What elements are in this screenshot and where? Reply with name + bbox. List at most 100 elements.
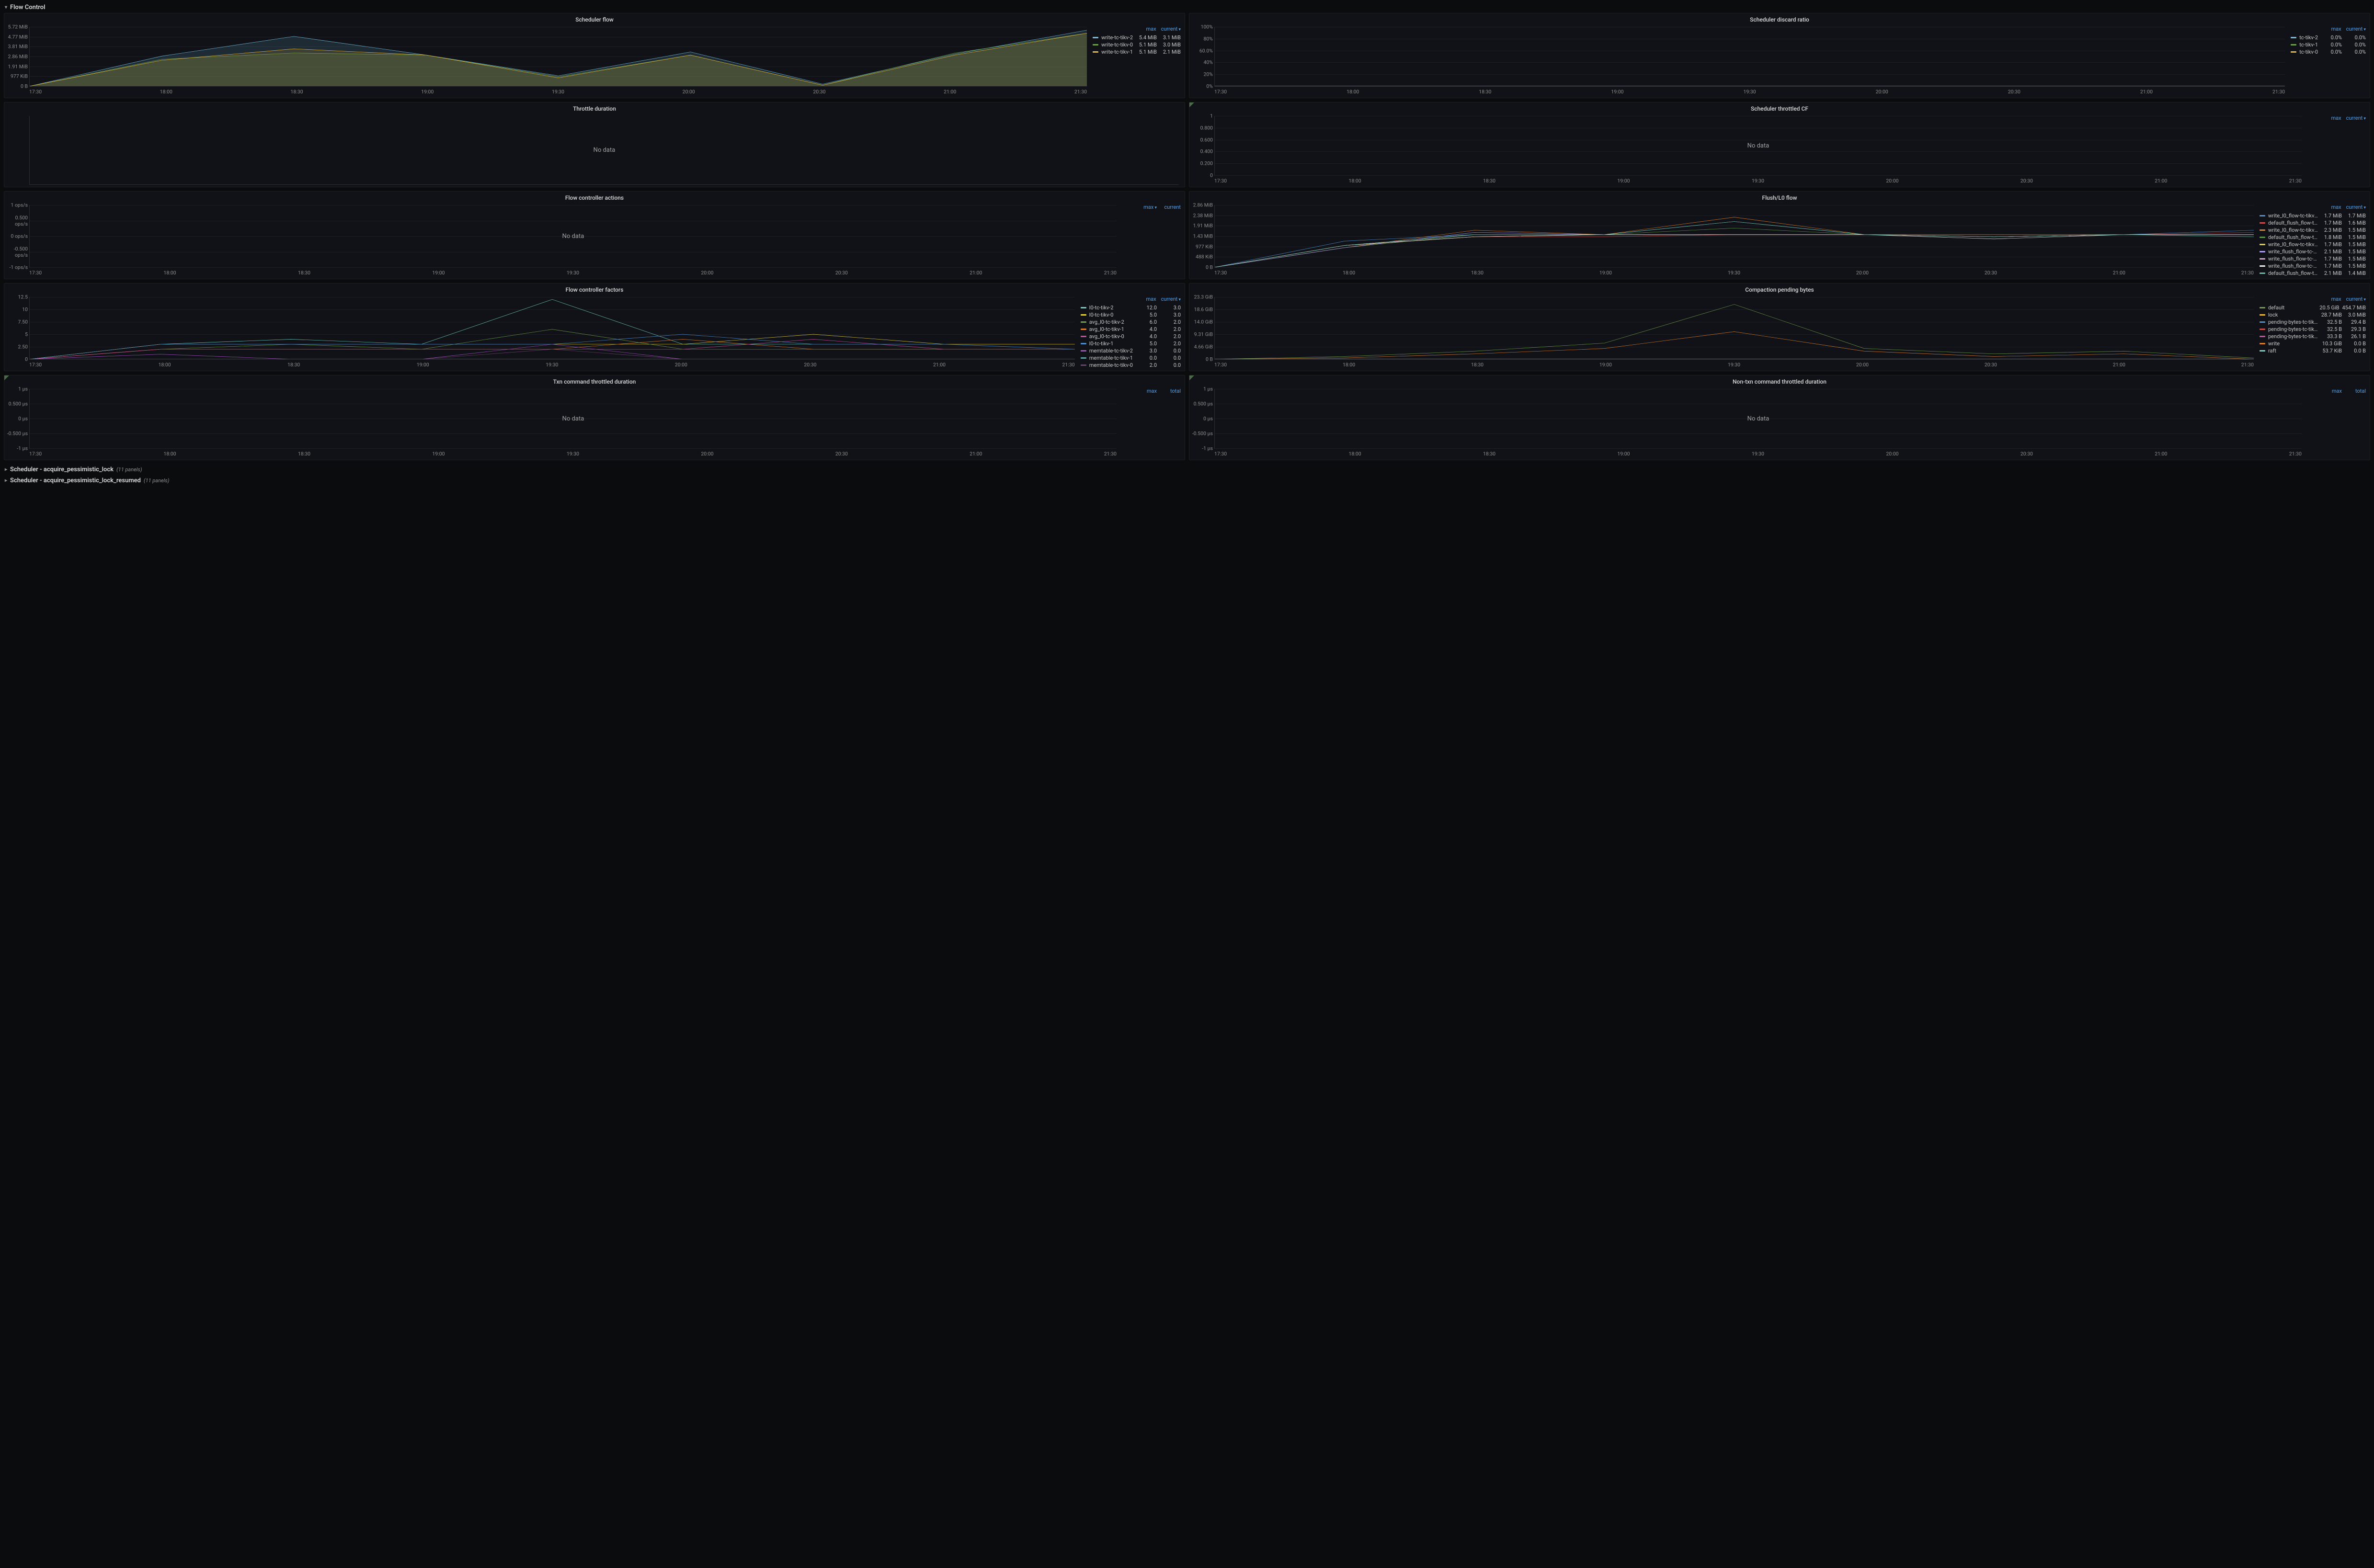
section-header-flow-control[interactable]: ▾ Flow Control: [2, 2, 2372, 13]
legend-item[interactable]: pending-bytes-tc-tikv-132.5 B29.4 B: [2260, 318, 2366, 326]
panel-scheduler_throttled_cf[interactable]: Scheduler throttled CF 00.2000.4000.6000.…: [1189, 102, 2370, 187]
panel-scheduler_discard_ratio[interactable]: Scheduler discard ratio 0%20%40%60.0%80%1…: [1189, 13, 2370, 98]
legend-item[interactable]: memtable-tc-tikv-02.00.0: [1081, 362, 1181, 369]
legend-header-col[interactable]: current: [1161, 296, 1181, 302]
panel-txn_throttled[interactable]: Txn command throttled duration-1 µs-0.50…: [4, 375, 1185, 460]
legend-header-col[interactable]: total: [2347, 388, 2366, 394]
legend-item[interactable]: l0-tc-tikv-212.03.0: [1081, 304, 1181, 311]
legend-header[interactable]: max current: [2291, 26, 2366, 34]
chart-canvas[interactable]: 0 B4.66 GiB9.31 GiB14.0 GiB18.6 GiB23.3 …: [1214, 297, 2254, 360]
legend-swatch: [2260, 222, 2265, 224]
legend-item[interactable]: tc-tikv-00.0%0.0%: [2291, 48, 2366, 56]
legend-header[interactable]: max current: [2307, 115, 2366, 123]
panel-flow_controller_factors[interactable]: Flow controller factors02.5057.501012.51…: [4, 283, 1185, 371]
panel-title[interactable]: Txn command throttled duration: [4, 375, 1185, 386]
legend-item[interactable]: pending-bytes-tc-tikv-233.3 B26.1 B: [2260, 333, 2366, 340]
legend-item[interactable]: avg_l0-tc-tikv-14.02.0: [1081, 326, 1181, 333]
legend-header-col[interactable]: current: [2346, 26, 2366, 32]
panel-title[interactable]: Throttle duration: [4, 102, 1185, 113]
legend-item[interactable]: write_l0_flow-tc-tikv-11.7 MiB1.7 MiB: [2260, 212, 2366, 219]
legend-header[interactable]: max current: [1093, 26, 1181, 34]
panel-throttle_duration[interactable]: Throttle duration No data: [4, 102, 1185, 187]
legend-header[interactable]: max total: [2307, 388, 2366, 396]
legend: maxcurrentwrite-tc-tikv-25.4 MiB3.1 MiBw…: [1089, 26, 1181, 96]
legend-header-col[interactable]: max: [2322, 296, 2341, 302]
legend-current: 29.4 B: [2345, 319, 2366, 325]
chart-canvas[interactable]: -1 ops/s-0.500 ops/s0 ops/s0.500 ops/s1 …: [29, 205, 1117, 268]
legend-header-col[interactable]: max: [1137, 26, 1156, 32]
panel-title[interactable]: Scheduler throttled CF: [1189, 102, 2370, 113]
panel-body: -1 µs-0.500 µs0 µs0.500 µs1 µsNo data17:…: [4, 386, 1185, 460]
legend-header-col[interactable]: max: [1137, 296, 1156, 302]
legend-item[interactable]: default_flush_flow-tc-tikv-01.7 MiB1.6 M…: [2260, 219, 2366, 227]
chart-canvas[interactable]: 00.2000.4000.6000.8001No data: [1214, 116, 2302, 176]
collapsed-section[interactable]: ▸Scheduler - acquire_pessimistic_lock(11…: [2, 464, 2372, 475]
panel-title[interactable]: Non-txn command throttled duration: [1189, 375, 2370, 386]
legend-header-col[interactable]: total: [1162, 388, 1181, 394]
chart-canvas[interactable]: No data: [29, 116, 1179, 185]
panel-title[interactable]: Scheduler discard ratio: [1189, 13, 2370, 24]
chart-canvas[interactable]: 0 B977 KiB1.91 MiB2.86 MiB3.81 MiB4.77 M…: [29, 27, 1087, 87]
x-tick: 21:00: [2155, 451, 2167, 457]
legend-item[interactable]: write-tc-tikv-15.1 MiB2.1 MiB: [1093, 48, 1181, 56]
legend-item[interactable]: raft53.7 KiB0.0 B: [2260, 347, 2366, 354]
legend-item[interactable]: write10.3 GiB0.0 B: [2260, 340, 2366, 347]
legend-item[interactable]: write-tc-tikv-25.4 MiB3.1 MiB: [1093, 34, 1181, 41]
panel-non_txn_throttled[interactable]: Non-txn command throttled duration -1 µs-…: [1189, 375, 2370, 460]
legend-header[interactable]: max current: [1081, 296, 1181, 304]
legend-item[interactable]: write_l0_flow-tc-tikv-22.3 MiB1.5 MiB: [2260, 227, 2366, 234]
legend-header-col[interactable]: max: [2322, 204, 2341, 210]
legend-header[interactable]: max current: [2260, 296, 2366, 304]
legend-item[interactable]: write_flush_flow-tc-tikv-11.7 MiB1.5 MiB: [2260, 255, 2366, 262]
legend-header-col[interactable]: max: [2322, 26, 2341, 32]
legend-item[interactable]: default20.5 GiB454.7 MiB: [2260, 304, 2366, 311]
legend-item[interactable]: tc-tikv-20.0%0.0%: [2291, 34, 2366, 41]
legend-header-col[interactable]: max: [1138, 204, 1157, 210]
legend-item[interactable]: write_flush_flow-tc-tikv-22.1 MiB1.5 MiB: [2260, 248, 2366, 255]
chart-canvas[interactable]: 0%20%40%60.0%80%100%: [1214, 27, 2285, 87]
legend-header-col[interactable]: current: [1162, 204, 1181, 210]
legend-item[interactable]: default_flush_flow-tc-tikv-12.1 MiB1.4 M…: [2260, 270, 2366, 277]
legend-header-col[interactable]: current: [2346, 115, 2366, 121]
panel-compaction_pending_bytes[interactable]: Compaction pending bytes 0 B4.66 GiB9.31 …: [1189, 283, 2370, 371]
panel-flush_l0_flow[interactable]: Flush/L0 flow 0 B488 KiB977 KiB1.43 MiB1.…: [1189, 191, 2370, 279]
legend-header-col[interactable]: max: [2322, 115, 2341, 121]
chart-canvas[interactable]: -1 µs-0.500 µs0 µs0.500 µs1 µsNo data: [29, 389, 1117, 449]
legend-name: write: [2268, 341, 2318, 347]
legend-item[interactable]: l0-tc-tikv-05.03.0: [1081, 311, 1181, 318]
legend-item[interactable]: default_flush_flow-tc-tikv-21.8 MiB1.5 M…: [2260, 234, 2366, 241]
legend-item[interactable]: avg_l0-tc-tikv-26.02.0: [1081, 318, 1181, 326]
legend-item[interactable]: write_flush_flow-tc-tikv-01.7 MiB1.5 MiB: [2260, 262, 2366, 270]
chart-canvas[interactable]: 0 B488 KiB977 KiB1.43 MiB1.91 MiB2.38 Mi…: [1214, 205, 2254, 268]
legend-header-col[interactable]: current: [1161, 26, 1181, 32]
panel-title[interactable]: Flow controller factors: [4, 284, 1185, 294]
legend-item[interactable]: write_l0_flow-tc-tikv-01.7 MiB1.5 MiB: [2260, 241, 2366, 248]
legend-header-col[interactable]: current: [2346, 296, 2366, 302]
panel-flow_controller_actions[interactable]: Flow controller actions -1 ops/s-0.500 op…: [4, 191, 1185, 279]
panel-title[interactable]: Flush/L0 flow: [1189, 192, 2370, 202]
legend-item[interactable]: pending-bytes-tc-tikv-032.5 B29.3 B: [2260, 326, 2366, 333]
legend-item[interactable]: memtable-tc-tikv-10.00.0: [1081, 354, 1181, 362]
legend-item[interactable]: memtable-tc-tikv-23.00.0: [1081, 347, 1181, 354]
legend-item[interactable]: l0-tc-tikv-15.02.0: [1081, 340, 1181, 347]
legend-header-col[interactable]: max: [1138, 388, 1157, 394]
collapsed-section[interactable]: ▸Scheduler - acquire_pessimistic_lock_re…: [2, 475, 2372, 486]
panel-title[interactable]: Flow controller actions: [4, 192, 1185, 202]
panel-title[interactable]: Compaction pending bytes: [1189, 284, 2370, 294]
legend-header[interactable]: max total: [1122, 388, 1181, 396]
legend-item[interactable]: avg_l0-tc-tikv-04.02.0: [1081, 333, 1181, 340]
legend-item[interactable]: tc-tikv-10.0%0.0%: [2291, 41, 2366, 48]
legend-item[interactable]: lock28.7 MiB3.0 MiB: [2260, 311, 2366, 318]
legend-header-col[interactable]: max: [2323, 388, 2342, 394]
chart-canvas[interactable]: -1 µs-0.500 µs0 µs0.500 µs1 µsNo data: [1214, 389, 2302, 449]
legend-swatch: [2291, 44, 2296, 45]
legend-header[interactable]: max current: [2260, 204, 2366, 212]
panel-title[interactable]: Scheduler flow: [4, 13, 1185, 24]
legend-name: pending-bytes-tc-tikv-2: [2268, 333, 2318, 340]
legend-header-col[interactable]: current: [2346, 204, 2366, 210]
legend-header[interactable]: max current: [1122, 204, 1181, 212]
legend-item[interactable]: write-tc-tikv-05.1 MiB3.0 MiB: [1093, 41, 1181, 48]
legend-swatch: [1081, 314, 1086, 316]
chart-canvas[interactable]: 02.5057.501012.5: [29, 297, 1075, 360]
panel-scheduler_flow[interactable]: Scheduler flow 0 B977 KiB1.91 MiB2.86 MiB…: [4, 13, 1185, 98]
